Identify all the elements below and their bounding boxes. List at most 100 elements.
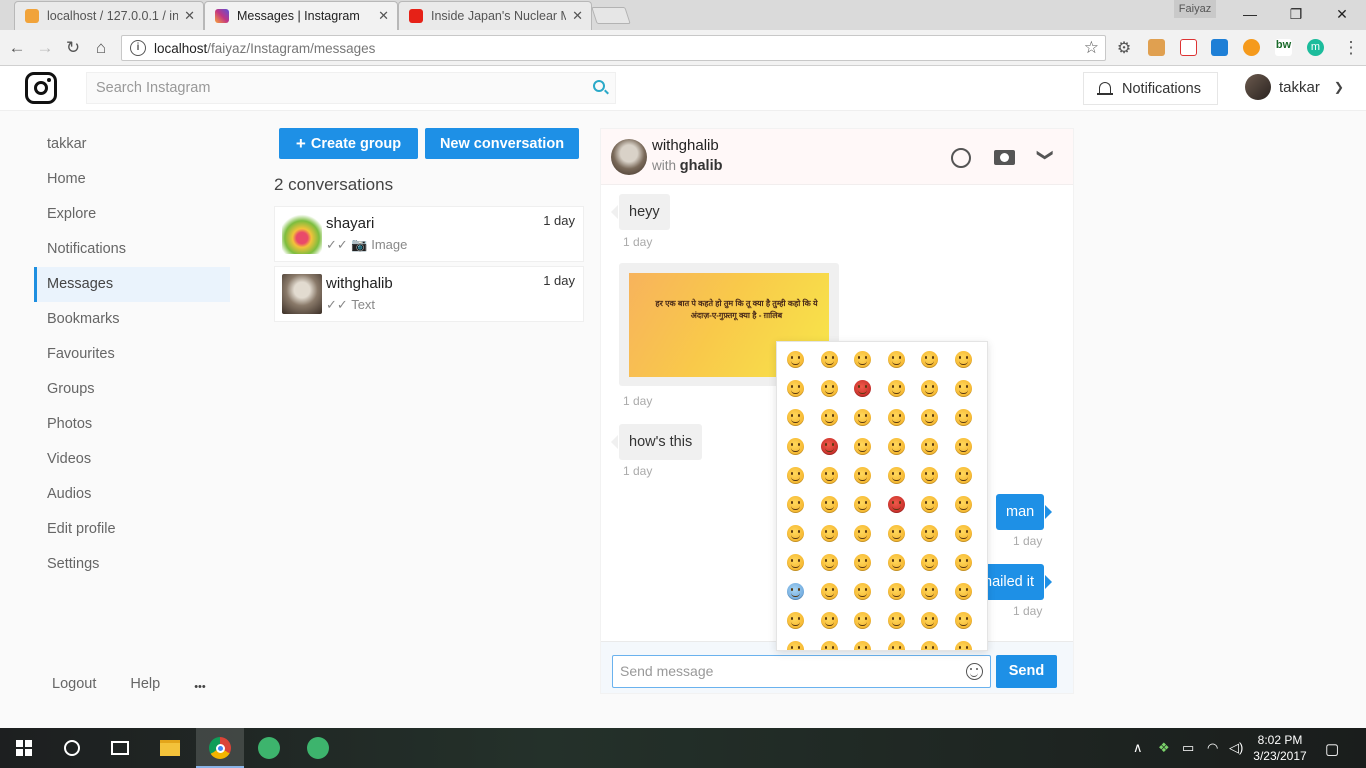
chrome-icon[interactable] bbox=[208, 736, 232, 760]
emoji-icon[interactable] bbox=[887, 409, 905, 426]
restore-icon[interactable]: ❐ bbox=[1273, 0, 1319, 28]
home-icon[interactable]: ⌂ bbox=[90, 37, 112, 59]
sidebar-item-favourites[interactable]: Favourites bbox=[34, 337, 230, 372]
emoji-icon[interactable] bbox=[954, 380, 972, 397]
emoji-icon[interactable] bbox=[887, 525, 905, 542]
emoji-icon[interactable] bbox=[820, 612, 838, 629]
instagram-logo-icon[interactable] bbox=[25, 72, 57, 104]
emoji-icon[interactable] bbox=[854, 351, 871, 368]
emoji-icon[interactable] bbox=[887, 554, 905, 571]
back-icon[interactable]: ← bbox=[6, 37, 28, 59]
new-conversation-button[interactable]: New conversation bbox=[425, 128, 579, 159]
emoji-icon[interactable] bbox=[787, 612, 804, 629]
emoji-icon[interactable] bbox=[854, 583, 871, 600]
file-explorer-icon[interactable] bbox=[158, 736, 182, 760]
emoji-icon[interactable] bbox=[787, 641, 804, 650]
message-input[interactable]: Send message bbox=[612, 655, 991, 688]
chrome-menu-icon[interactable]: ⋮ bbox=[1340, 37, 1362, 59]
search-icon[interactable] bbox=[593, 80, 605, 92]
address-bar[interactable]: i localhost/faiyaz/Instagram/messages ☆ bbox=[121, 35, 1106, 61]
emoji-icon[interactable] bbox=[887, 380, 905, 397]
emoji-icon[interactable] bbox=[787, 583, 804, 600]
emoji-icon[interactable] bbox=[787, 496, 804, 513]
camera-icon[interactable] bbox=[994, 150, 1015, 165]
conversation-item-shayari[interactable]: shayari ✓✓ 📷 Image 1 day bbox=[274, 206, 584, 262]
search-input[interactable]: Search Instagram bbox=[86, 72, 616, 104]
emoji-icon[interactable] bbox=[820, 380, 838, 397]
download-extension-icon[interactable] bbox=[1211, 39, 1228, 56]
conversation-item-withghalib[interactable]: withghalib ✓✓ Text 1 day bbox=[274, 266, 584, 322]
emoji-icon[interactable] bbox=[887, 351, 905, 368]
sidebar-item-edit-profile[interactable]: Edit profile bbox=[34, 512, 230, 547]
emoji-icon[interactable] bbox=[921, 467, 938, 484]
search-circle-icon[interactable] bbox=[60, 736, 84, 760]
extension-icon[interactable] bbox=[1148, 39, 1165, 56]
emoji-icon[interactable] bbox=[954, 525, 972, 542]
emoji-icon[interactable] bbox=[787, 467, 804, 484]
emoji-icon[interactable] bbox=[887, 612, 905, 629]
emoji-icon[interactable] bbox=[787, 351, 804, 368]
emoji-icon[interactable] bbox=[921, 554, 938, 571]
volume-icon[interactable]: ◁) bbox=[1229, 740, 1243, 756]
new-tab-button[interactable] bbox=[591, 7, 631, 24]
close-tab-icon[interactable]: ✕ bbox=[184, 8, 195, 24]
emoji-icon[interactable] bbox=[820, 438, 838, 455]
logout-link[interactable]: Logout bbox=[52, 676, 96, 698]
emoji-icon[interactable] bbox=[820, 496, 838, 513]
more-options-icon[interactable]: ••• bbox=[194, 676, 206, 698]
close-window-icon[interactable]: ✕ bbox=[1319, 0, 1365, 28]
emoji-icon[interactable] bbox=[820, 583, 838, 600]
close-tab-icon[interactable]: ✕ bbox=[572, 8, 583, 24]
emoji-icon[interactable] bbox=[787, 380, 804, 397]
forward-icon[interactable]: → bbox=[34, 37, 56, 59]
emoji-icon[interactable] bbox=[820, 351, 838, 368]
emoji-icon[interactable] bbox=[887, 583, 905, 600]
emoji-icon[interactable] bbox=[854, 467, 871, 484]
emoji-icon[interactable] bbox=[954, 554, 972, 571]
chat-with-user[interactable]: ghalib bbox=[680, 158, 723, 174]
avatar[interactable] bbox=[611, 139, 647, 175]
close-tab-icon[interactable]: ✕ bbox=[378, 8, 389, 24]
chevron-down-icon[interactable]: ❯ bbox=[1334, 80, 1344, 94]
bookmark-star-icon[interactable]: ☆ bbox=[1084, 38, 1099, 58]
sidebar-item-photos[interactable]: Photos bbox=[34, 407, 230, 442]
battery-icon[interactable]: ▭ bbox=[1182, 740, 1194, 756]
emoji-icon[interactable] bbox=[854, 554, 871, 571]
extension-icon[interactable] bbox=[1180, 39, 1197, 56]
dropbox-tray-icon[interactable]: ❖ bbox=[1158, 740, 1170, 756]
emoji-icon[interactable] bbox=[820, 467, 838, 484]
sidebar-item-explore[interactable]: Explore bbox=[34, 197, 230, 232]
chat-title[interactable]: withghalib bbox=[652, 137, 719, 154]
emoji-icon[interactable] bbox=[854, 525, 871, 542]
settings-gear-icon[interactable]: ⚙ bbox=[1113, 37, 1135, 59]
emoji-icon[interactable] bbox=[954, 583, 972, 600]
browser-tab-instagram[interactable]: Messages | Instagram ✕ bbox=[204, 1, 398, 30]
emoji-icon[interactable] bbox=[854, 496, 871, 513]
emoji-icon[interactable] bbox=[820, 641, 838, 650]
emoji-icon[interactable] bbox=[854, 409, 871, 426]
taskbar-clock[interactable]: 8:02 PM 3/23/2017 bbox=[1249, 732, 1311, 764]
extension-icon[interactable]: bw bbox=[1275, 39, 1292, 56]
emoji-icon[interactable] bbox=[921, 409, 938, 426]
browser-tab-phpmyadmin[interactable]: localhost / 127.0.0.1 / ins ✕ bbox=[14, 1, 204, 30]
create-group-button[interactable]: + Create group bbox=[279, 128, 418, 159]
wifi-icon[interactable]: ◠ bbox=[1207, 740, 1218, 756]
emoji-icon[interactable] bbox=[787, 409, 804, 426]
emoji-icon[interactable] bbox=[954, 496, 972, 513]
notification-center-icon[interactable]: ▢ bbox=[1325, 740, 1339, 758]
task-view-icon[interactable] bbox=[108, 736, 132, 760]
emoji-icon[interactable] bbox=[887, 438, 905, 455]
emoji-icon[interactable] bbox=[787, 438, 804, 455]
emoji-icon[interactable] bbox=[921, 351, 938, 368]
emoji-icon[interactable] bbox=[954, 409, 972, 426]
windows-start-icon[interactable] bbox=[12, 736, 36, 760]
help-link[interactable]: Help bbox=[130, 676, 160, 698]
emoji-icon[interactable] bbox=[954, 351, 972, 368]
browser-profile-badge[interactable]: Faiyaz bbox=[1174, 0, 1216, 18]
sidebar-item-settings[interactable]: Settings bbox=[34, 547, 230, 582]
emoji-icon[interactable] bbox=[887, 641, 905, 650]
emoji-icon[interactable] bbox=[787, 525, 804, 542]
sidebar-item-messages[interactable]: Messages bbox=[34, 267, 230, 302]
site-info-icon[interactable]: i bbox=[130, 40, 146, 56]
atom-icon[interactable] bbox=[257, 736, 281, 760]
